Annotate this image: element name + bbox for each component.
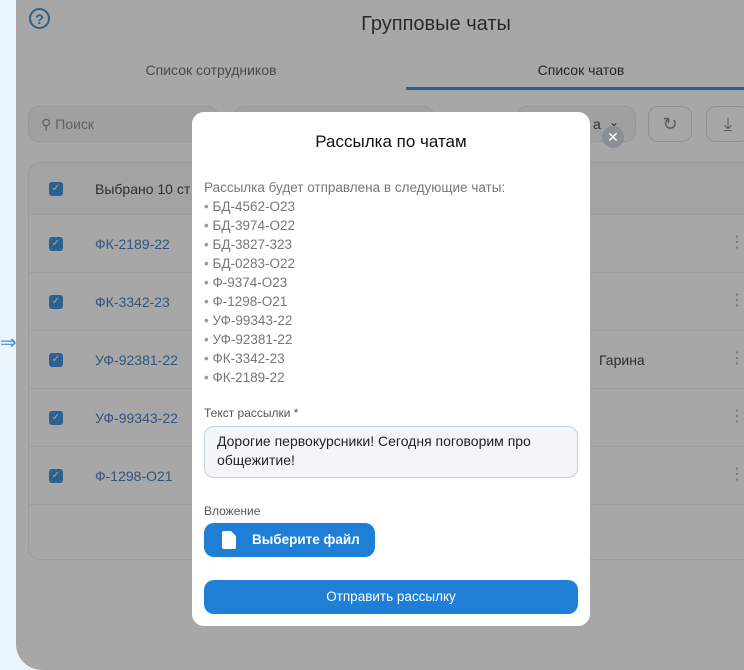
modal-title: Рассылка по чатам bbox=[315, 132, 467, 151]
list-item: БД-0283-О22 bbox=[204, 254, 505, 273]
message-textarea[interactable]: Дорогие первокурсники! Сегодня поговорим… bbox=[204, 426, 578, 478]
message-label: Текст рассылки * bbox=[204, 406, 299, 420]
recipients-intro: Рассылка будет отправлена в следующие ча… bbox=[204, 180, 506, 195]
list-item: БД-4562-О23 bbox=[204, 197, 505, 216]
list-item: БД-3974-О22 bbox=[204, 216, 505, 235]
pointer-arrow-icon: ⇒ bbox=[0, 332, 17, 354]
broadcast-modal: Рассылка по чатам ✕ Рассылка будет отпра… bbox=[192, 112, 624, 626]
list-item: ФК-2189-22 bbox=[204, 368, 505, 387]
list-item: УФ-99343-22 bbox=[204, 311, 505, 330]
list-item: УФ-92381-22 bbox=[204, 330, 505, 349]
list-item: Ф-9374-О23 bbox=[204, 273, 505, 292]
choose-file-label: Выберите файл bbox=[252, 532, 360, 547]
file-icon bbox=[222, 531, 236, 549]
list-item: БД-3827-323 bbox=[204, 235, 505, 254]
list-item: ФК-3342-23 bbox=[204, 349, 505, 368]
attachment-label: Вложение bbox=[204, 504, 261, 518]
choose-file-button[interactable]: Выберите файл bbox=[204, 523, 375, 557]
list-item: Ф-1298-О21 bbox=[204, 292, 505, 311]
recipients-list: БД-4562-О23 БД-3974-О22 БД-3827-323 БД-0… bbox=[204, 197, 505, 387]
send-broadcast-button[interactable]: Отправить рассылку bbox=[204, 580, 578, 614]
close-icon[interactable]: ✕ bbox=[602, 126, 624, 148]
recipients-info: Рассылка будет отправлена в следующие ча… bbox=[204, 178, 505, 387]
